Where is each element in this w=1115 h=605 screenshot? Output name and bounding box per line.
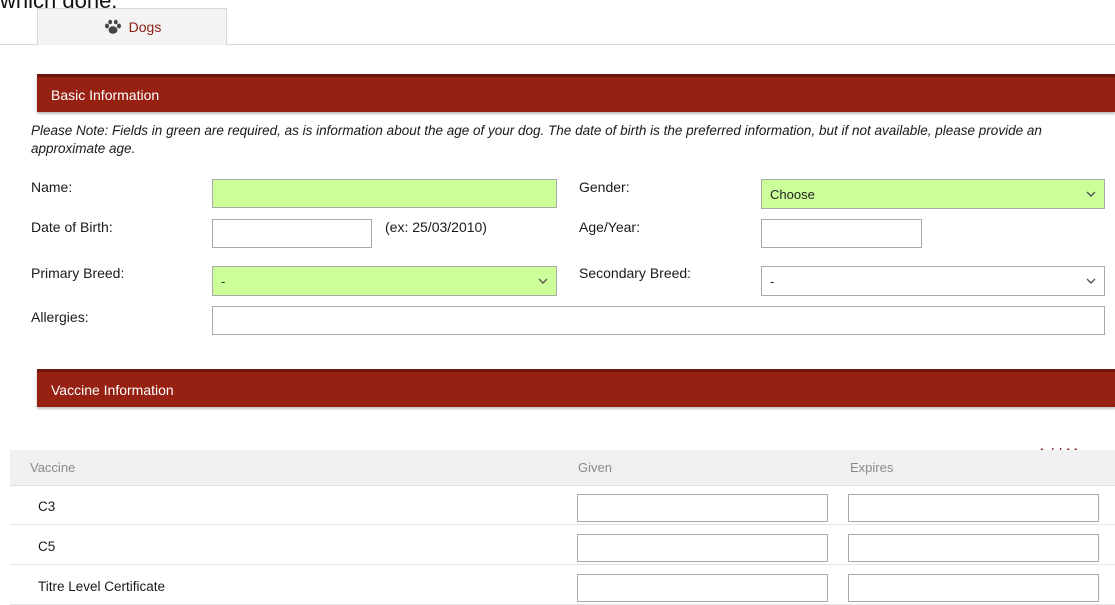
date-of-birth-label: Date of Birth: xyxy=(31,219,113,235)
tab-dogs-label: Dogs xyxy=(128,19,162,35)
column-header-vaccine: Vaccine xyxy=(30,460,76,475)
secondary-breed-label: Secondary Breed: xyxy=(579,265,692,281)
paw-icon xyxy=(103,19,123,35)
given-date-input[interactable] xyxy=(577,574,828,602)
gender-label: Gender: xyxy=(579,179,630,195)
required-fields-note: Please Note: Fields in green are require… xyxy=(31,123,1042,156)
gender-select[interactable]: Choose xyxy=(761,179,1105,209)
primary-breed-select-value: - xyxy=(221,273,226,289)
column-header-given: Given xyxy=(578,460,612,475)
primary-breed-select[interactable]: - xyxy=(212,266,557,296)
chevron-down-icon xyxy=(1086,276,1096,286)
given-date-input[interactable] xyxy=(577,534,828,562)
age-year-input[interactable] xyxy=(761,219,922,248)
expires-date-input[interactable] xyxy=(848,494,1099,522)
secondary-breed-select-value: - xyxy=(770,273,775,289)
section-title: Vaccine Information xyxy=(51,381,174,398)
table-row: C5 xyxy=(10,527,1115,565)
gender-select-value: Choose xyxy=(770,186,815,202)
section-header-basic-information: Basic Information xyxy=(37,74,1115,112)
chevron-down-icon xyxy=(1086,189,1096,199)
vaccine-name: C3 xyxy=(38,499,56,514)
age-year-label: Age/Year: xyxy=(579,219,640,235)
table-row: Titre Level Certificate xyxy=(10,567,1115,605)
vaccine-table-header: Vaccine Given Expires xyxy=(10,450,1115,486)
tab-bar: Dogs xyxy=(0,8,1115,46)
table-row: C3 xyxy=(10,487,1115,525)
name-input[interactable] xyxy=(212,179,557,208)
chevron-down-icon xyxy=(538,276,548,286)
given-date-input[interactable] xyxy=(577,494,828,522)
tab-dogs[interactable]: Dogs xyxy=(37,8,227,46)
expires-date-input[interactable] xyxy=(848,534,1099,562)
section-header-vaccine-information: Vaccine Information xyxy=(37,369,1115,407)
section-title: Basic Information xyxy=(51,86,160,103)
name-label: Name: xyxy=(31,179,73,195)
primary-breed-label: Primary Breed: xyxy=(31,265,125,281)
secondary-breed-select[interactable]: - xyxy=(761,266,1105,296)
date-of-birth-input[interactable] xyxy=(212,219,372,248)
date-of-birth-hint: (ex: 25/03/2010) xyxy=(385,219,487,235)
vaccine-name: C5 xyxy=(38,539,56,554)
allergies-label: Allergies: xyxy=(31,309,89,325)
column-header-expires: Expires xyxy=(850,460,894,475)
vaccine-name: Titre Level Certificate xyxy=(38,579,166,594)
expires-date-input[interactable] xyxy=(848,574,1099,602)
allergies-input[interactable] xyxy=(212,306,1105,335)
